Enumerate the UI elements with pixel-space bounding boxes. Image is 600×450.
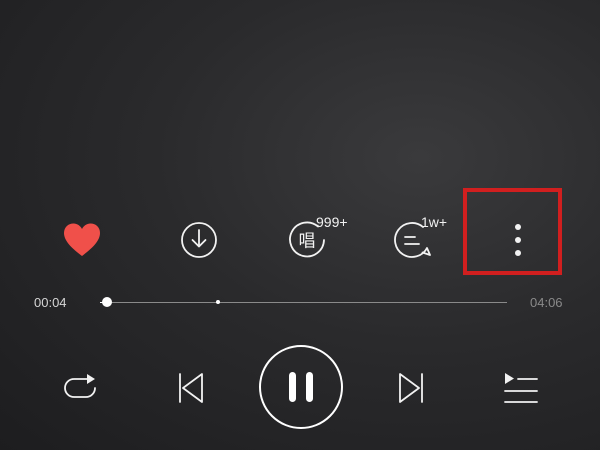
comment-count-badge: 1w+ (421, 214, 448, 230)
sing-count-badge: 999+ (316, 214, 348, 230)
seek-track[interactable] (100, 297, 507, 307)
sing-button[interactable]: 唱 999+ (282, 215, 348, 265)
repeat-button[interactable] (58, 366, 102, 410)
like-button[interactable] (57, 215, 107, 265)
seek-thumb[interactable] (102, 297, 112, 307)
transport-controls (0, 342, 600, 432)
next-track-icon (399, 373, 423, 403)
download-button[interactable] (174, 215, 224, 265)
play-pause-button[interactable] (259, 345, 343, 429)
sing-glyph: 唱 (299, 232, 316, 252)
repeat-icon (64, 374, 96, 398)
current-time: 00:04 (34, 295, 67, 310)
buffer-marker (216, 300, 220, 304)
total-time: 04:06 (530, 295, 563, 310)
previous-button[interactable] (168, 366, 212, 410)
download-icon (181, 222, 217, 258)
player-screen: 唱 999+ 1w+ 00:04 04:06 (0, 0, 600, 450)
playlist-icon (504, 373, 538, 403)
heart-icon (64, 223, 100, 256)
comments-button[interactable]: 1w+ (387, 215, 447, 265)
pause-icon (289, 372, 313, 402)
progress-bar: 00:04 04:06 (0, 290, 600, 316)
previous-track-icon (179, 373, 203, 403)
highlight-box (463, 188, 562, 275)
next-button[interactable] (390, 366, 434, 410)
playlist-button[interactable] (498, 366, 542, 410)
